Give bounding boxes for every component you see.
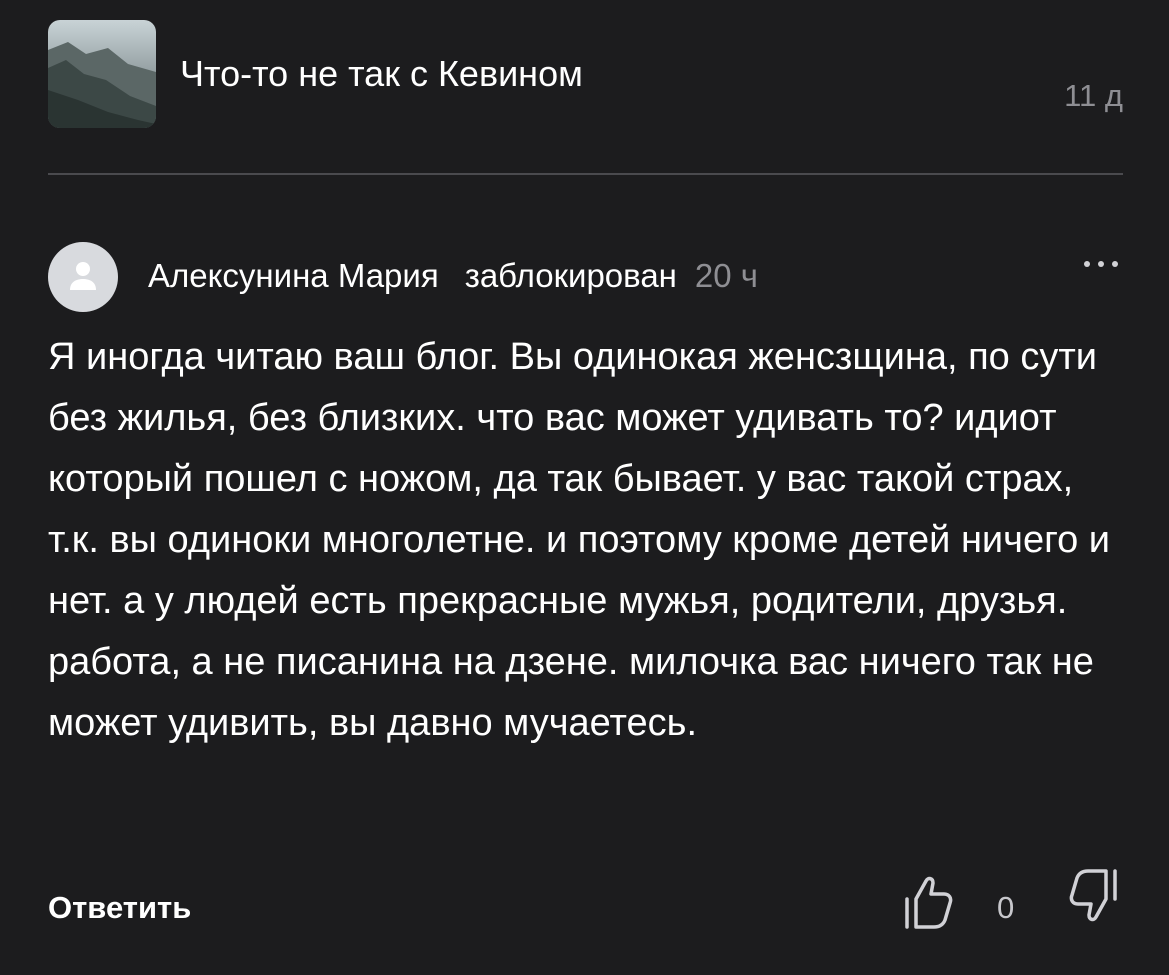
more-dots-icon[interactable] bbox=[1079, 256, 1123, 276]
author-line: Алексунина Мария заблокирован 20 ч bbox=[148, 254, 758, 298]
divider bbox=[48, 173, 1123, 175]
thumbs-down-icon[interactable] bbox=[1068, 866, 1120, 926]
post-title[interactable]: Что-то не так с Кевином bbox=[180, 52, 583, 96]
post-header[interactable]: Что-то не так с Кевином 11 д bbox=[48, 20, 1123, 128]
post-age: 11 д bbox=[1064, 78, 1123, 113]
comment-text: Я иногда читаю ваш блог. Вы одинокая жен… bbox=[48, 336, 1111, 744]
mountain-landscape-thumbnail bbox=[48, 20, 156, 128]
post-thumbnail[interactable] bbox=[48, 20, 156, 128]
like-count: 0 bbox=[997, 890, 1015, 925]
reply-button[interactable]: Ответить bbox=[48, 886, 191, 930]
comment-age: 20 ч bbox=[694, 257, 758, 294]
blocked-status: заблокирован bbox=[464, 257, 677, 294]
author-name[interactable]: Алексунина Мария bbox=[148, 257, 439, 294]
thumbs-up-icon[interactable] bbox=[902, 872, 954, 932]
comment-header: Алексунина Мария заблокирован 20 ч bbox=[48, 238, 1123, 312]
user-avatar-icon[interactable] bbox=[48, 242, 118, 312]
